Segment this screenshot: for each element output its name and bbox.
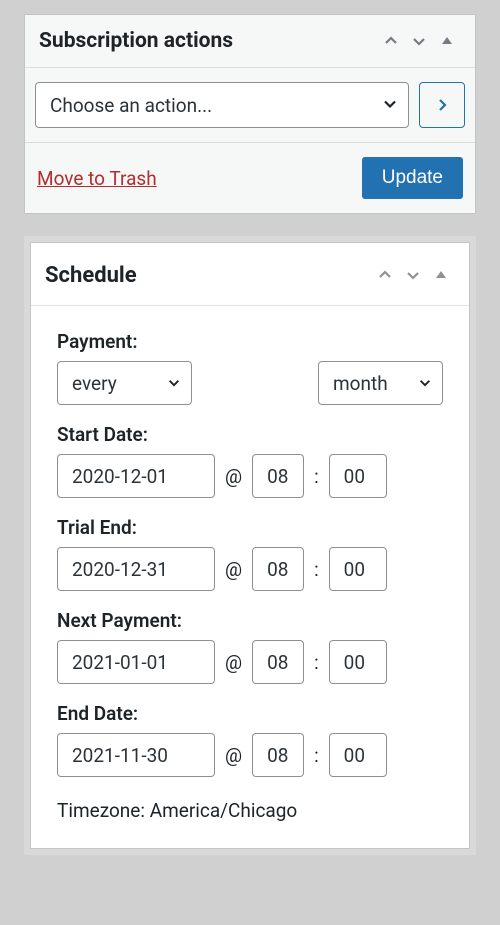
at-separator: @ <box>225 744 242 767</box>
panel-move-down-button[interactable] <box>399 261 427 289</box>
at-separator: @ <box>225 558 242 581</box>
panel-toggle-button[interactable] <box>427 261 455 289</box>
chevron-down-icon <box>382 94 398 117</box>
trial-end-hour-input[interactable] <box>252 547 304 591</box>
apply-action-button[interactable] <box>419 82 465 128</box>
start-hour-input[interactable] <box>252 454 304 498</box>
subscription-actions-panel: Subscription actions Choose an action... <box>24 14 476 214</box>
chevron-down-icon <box>418 372 432 395</box>
chevron-down-icon <box>411 33 427 49</box>
payment-unit-value: month <box>333 372 388 395</box>
end-date-label: End Date: <box>57 702 443 725</box>
payment-unit-select[interactable]: month <box>318 361 443 405</box>
schedule-title: Schedule <box>45 263 371 288</box>
next-payment-date-input[interactable] <box>57 640 215 684</box>
start-minute-input[interactable] <box>329 454 387 498</box>
trial-end-date-input[interactable] <box>57 547 215 591</box>
panel-move-down-button[interactable] <box>405 27 433 55</box>
at-separator: @ <box>225 465 242 488</box>
panel-toggle-button[interactable] <box>433 27 461 55</box>
subscription-actions-body: Choose an action... <box>25 68 475 143</box>
end-minute-input[interactable] <box>329 733 387 777</box>
end-hour-input[interactable] <box>252 733 304 777</box>
subscription-actions-header: Subscription actions <box>25 15 475 68</box>
action-select-placeholder: Choose an action... <box>50 94 212 117</box>
subscription-actions-title: Subscription actions <box>39 29 377 53</box>
schedule-body: Payment: every month Start Date: @ <box>31 306 469 848</box>
payment-label: Payment: <box>57 330 443 353</box>
triangle-up-icon <box>434 268 448 282</box>
subscription-actions-footer: Move to Trash Update <box>25 143 475 213</box>
payment-interval-value: every <box>72 372 117 395</box>
payment-interval-select[interactable]: every <box>57 361 192 405</box>
start-date-label: Start Date: <box>57 423 443 446</box>
triangle-up-icon <box>440 34 454 48</box>
panel-move-up-button[interactable] <box>371 261 399 289</box>
chevron-down-icon <box>405 267 421 283</box>
colon-separator: : <box>314 744 319 767</box>
next-payment-minute-input[interactable] <box>329 640 387 684</box>
colon-separator: : <box>314 651 319 674</box>
schedule-panel: Schedule Payment: every <box>30 242 470 849</box>
chevron-up-icon <box>377 267 393 283</box>
colon-separator: : <box>314 465 319 488</box>
schedule-header: Schedule <box>31 243 469 306</box>
start-date-input[interactable] <box>57 454 215 498</box>
colon-separator: : <box>314 558 319 581</box>
chevron-right-icon <box>434 97 450 113</box>
schedule-panel-wrap: Schedule Payment: every <box>24 236 476 855</box>
trial-end-label: Trial End: <box>57 516 443 539</box>
chevron-up-icon <box>383 33 399 49</box>
action-select[interactable]: Choose an action... <box>35 82 409 128</box>
chevron-down-icon <box>167 372 181 395</box>
next-payment-label: Next Payment: <box>57 609 443 632</box>
move-to-trash-link[interactable]: Move to Trash <box>37 167 157 190</box>
update-button[interactable]: Update <box>362 157 463 199</box>
next-payment-hour-input[interactable] <box>252 640 304 684</box>
trial-end-minute-input[interactable] <box>329 547 387 591</box>
end-date-input[interactable] <box>57 733 215 777</box>
panel-move-up-button[interactable] <box>377 27 405 55</box>
at-separator: @ <box>225 651 242 674</box>
timezone-label: Timezone: America/Chicago <box>57 799 443 822</box>
